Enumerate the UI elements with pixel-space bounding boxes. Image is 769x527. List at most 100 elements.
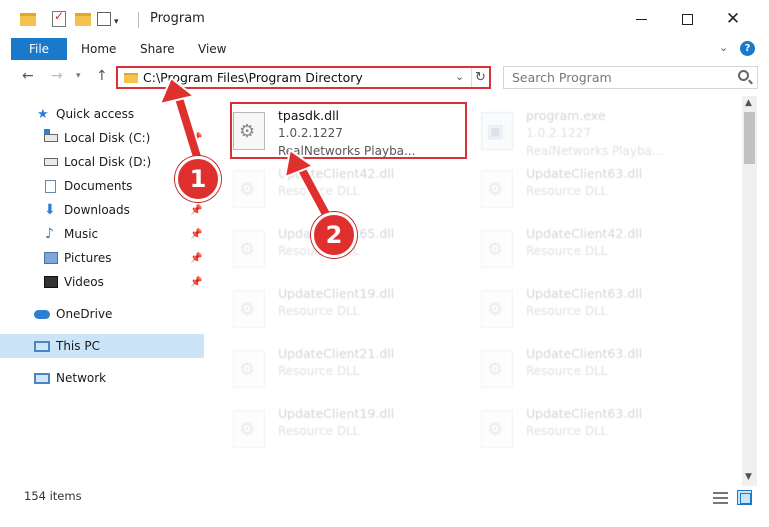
scrollbar-thumb[interactable] [744, 112, 755, 164]
sidebar-item-this-pc[interactable]: This PC [0, 334, 204, 358]
sidebar-item-downloads[interactable]: ⬇ Downloads 📌 [0, 198, 204, 222]
close-button[interactable]: ✕ [710, 0, 756, 38]
file-list: tpasdk.dll 1.0.2.1227 RealNetworks Playb… [209, 96, 742, 474]
file-item-tpasdk[interactable]: tpasdk.dll 1.0.2.1227 RealNetworks Playb… [209, 104, 445, 162]
file-item[interactable]: UpdateClient63.dll Resource DLL [457, 282, 693, 340]
navigation-pane: ★ Quick access Local Disk (C:) 📌 Local D… [0, 96, 205, 476]
search-input[interactable] [504, 67, 732, 88]
maximize-button[interactable] [664, 0, 710, 38]
file-item[interactable]: UpdateClient21.dll Resource DLL [209, 342, 445, 400]
status-bar: 154 items [0, 486, 769, 508]
cloud-icon [34, 309, 50, 319]
close-icon: ✕ [725, 8, 741, 29]
back-arrow-icon[interactable]: ← [22, 68, 34, 84]
file-name: tpasdk.dll [278, 108, 340, 123]
sidebar-item-label: Videos [64, 275, 104, 289]
address-dropdown-chevron-icon[interactable]: ⌄ [455, 70, 464, 83]
pin-icon[interactable]: 📌 [190, 277, 202, 288]
file-item[interactable]: UpdateClient19.dll Resource DLL [209, 402, 445, 460]
sidebar-item-quick-access[interactable]: ★ Quick access [0, 102, 204, 126]
file-item[interactable]: UpdateClient63.dll Resource DLL [457, 342, 693, 400]
window-title: Program [150, 11, 205, 26]
documents-icon [45, 179, 56, 193]
file-name: UpdateClient42.dll [526, 226, 643, 241]
expand-ribbon-chevron-icon[interactable]: ⌄ [719, 41, 728, 54]
file-item[interactable]: UpdateClient63.dll Resource DLL [457, 402, 693, 460]
customize-toolbar-chevron-icon[interactable]: ▾ [114, 12, 119, 32]
sidebar-item-label: Pictures [64, 251, 112, 265]
tab-view[interactable]: View [198, 38, 226, 60]
details-view-icon[interactable] [713, 492, 728, 504]
file-name: UpdateClient19.dll [278, 286, 395, 301]
file-item[interactable]: UpdateClient42.dll Resource DLL [457, 222, 693, 280]
pin-icon[interactable]: 📌 [190, 133, 202, 144]
file-name: UpdateClient63.dll [526, 286, 643, 301]
callout-badge-2: 2 [311, 212, 357, 258]
file-name: UpdateClient63.dll [526, 346, 643, 361]
pin-icon[interactable]: 📌 [190, 229, 202, 240]
quick-access-toolbar-icon[interactable] [97, 12, 111, 26]
sidebar-item-label: Music [64, 227, 99, 241]
address-bar[interactable]: C:\Program Files\Program Directory ⌄ ↻ [116, 66, 491, 89]
vertical-scrollbar[interactable]: ▲ ▼ [742, 96, 757, 488]
file-item[interactable]: UpdateClient63.dll Resource DLL [457, 162, 693, 220]
file-item[interactable]: UpdateClient42.dll Resource DLL [209, 162, 445, 220]
sidebar-item-label: Local Disk (C:) [64, 131, 151, 145]
forward-arrow-icon[interactable]: → [51, 68, 63, 84]
computer-icon [34, 340, 50, 352]
drive-icon [44, 129, 58, 142]
file-item[interactable]: UpdateClient19.dll Resource DLL [209, 282, 445, 340]
file-item-program-exe[interactable]: program.exe 1.0.2.1227 RealNetworks Play… [457, 104, 693, 162]
dll-file-icon [233, 170, 265, 208]
pin-icon[interactable]: 📌 [190, 205, 202, 216]
sidebar-item-onedrive[interactable]: OneDrive [0, 302, 204, 326]
videos-icon [44, 276, 58, 288]
file-name: UpdateClient19.dll [278, 406, 395, 421]
pin-icon[interactable]: 📌 [190, 253, 202, 264]
recent-locations-chevron-icon[interactable]: ▾ [76, 71, 81, 81]
file-description: Resource DLL [526, 184, 608, 198]
search-icon[interactable] [738, 70, 749, 81]
minimize-button[interactable] [618, 0, 664, 38]
help-icon[interactable]: ? [740, 41, 755, 56]
sidebar-item-label: OneDrive [56, 307, 113, 321]
file-name: UpdateClient63.dll [526, 166, 643, 181]
file-version: 1.0.2.1227 [278, 126, 343, 140]
sidebar-item-documents[interactable]: Documents 📌 [0, 174, 204, 198]
sidebar-item-label: Network [56, 371, 107, 385]
dll-file-icon [481, 230, 513, 268]
sidebar-item-music[interactable]: ♪ Music 📌 [0, 222, 204, 246]
sidebar-item-local-disk-d[interactable]: Local Disk (D:) [0, 150, 204, 174]
scroll-up-arrow-icon[interactable]: ▲ [745, 98, 752, 108]
search-box [503, 66, 758, 89]
file-name: UpdateClient63.dll [526, 406, 643, 421]
tab-file[interactable]: File [11, 38, 67, 60]
dll-file-icon [233, 112, 265, 150]
file-name: program.exe [526, 108, 606, 123]
file-description: Resource DLL [278, 424, 360, 438]
sidebar-item-pictures[interactable]: Pictures 📌 [0, 246, 204, 270]
address-path[interactable]: C:\Program Files\Program Directory [143, 70, 363, 85]
pictures-icon [44, 252, 58, 264]
navigation-bar: ← → ▾ ↑ C:\Program Files\Program Directo… [0, 60, 769, 94]
properties-check-icon[interactable] [52, 9, 66, 27]
file-description: Resource DLL [526, 364, 608, 378]
sidebar-item-label: Downloads [64, 203, 130, 217]
folder-icon [20, 13, 36, 26]
tiles-view-icon[interactable] [737, 490, 752, 505]
up-arrow-icon[interactable]: ↑ [96, 68, 108, 84]
tab-share[interactable]: Share [140, 38, 175, 60]
dll-file-icon [481, 170, 513, 208]
exe-file-icon [481, 112, 513, 150]
refresh-icon[interactable]: ↻ [471, 68, 489, 87]
scroll-down-arrow-icon[interactable]: ▼ [745, 472, 752, 482]
minimize-icon [635, 18, 647, 20]
file-description: Resource DLL [526, 304, 608, 318]
new-folder-icon[interactable] [75, 13, 91, 26]
tab-home[interactable]: Home [81, 38, 116, 60]
sidebar-item-network[interactable]: Network [0, 366, 204, 390]
dll-file-icon [481, 410, 513, 448]
sidebar-item-videos[interactable]: Videos 📌 [0, 270, 204, 294]
sidebar-item-local-disk-c[interactable]: Local Disk (C:) 📌 [0, 126, 204, 150]
dll-file-icon [233, 230, 265, 268]
